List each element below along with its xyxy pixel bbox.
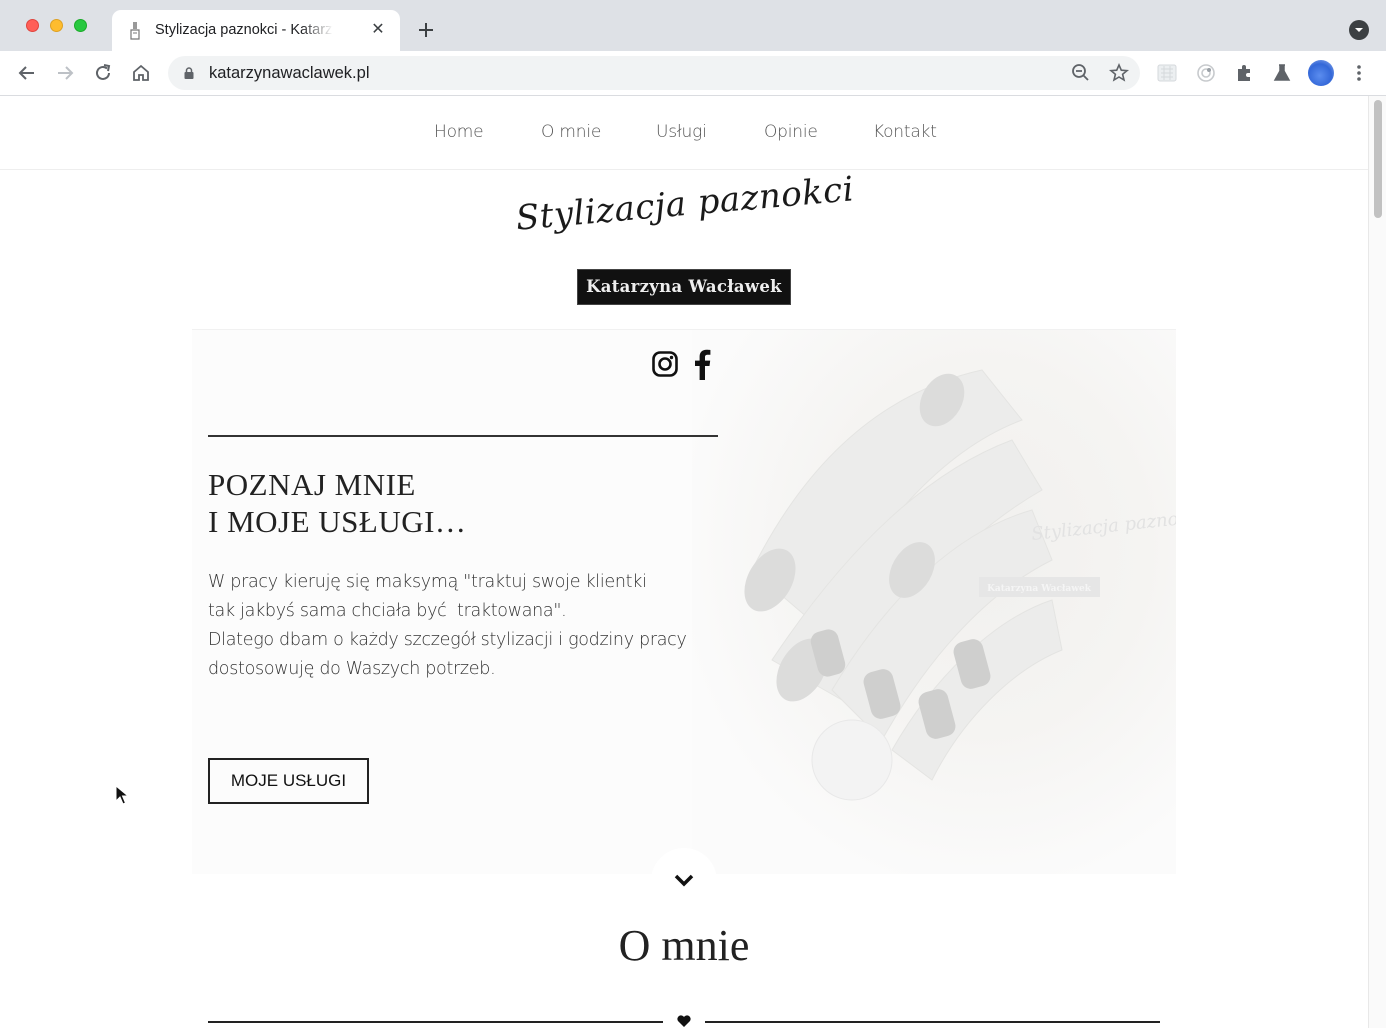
browser-toolbar: katarzynawaclawek.pl <box>0 51 1386 96</box>
tab-title: Stylizacja paznokci - Katarzyna Wacławek <box>155 22 333 38</box>
section-title-o-mnie: O mnie <box>618 921 750 970</box>
zoom-icon[interactable] <box>1070 62 1092 84</box>
nav-item-home[interactable]: Home <box>434 122 484 142</box>
facebook-icon[interactable] <box>692 348 712 380</box>
nav-item-uslugi[interactable]: Usługi <box>656 122 707 142</box>
extension-grid-icon[interactable] <box>1156 62 1178 84</box>
hero-text-line-2: tak jakbyś sama chciała być traktowana". <box>208 601 567 621</box>
hero-description: W pracy kieruję się maksymą "traktuj swo… <box>208 568 728 684</box>
main-navigation: Home O mnie Usługi Opinie Kontakt <box>0 96 1368 170</box>
divider-line-right <box>705 1021 1160 1023</box>
back-arrow-icon[interactable] <box>16 62 38 84</box>
window-close-button[interactable] <box>26 19 39 32</box>
mouse-cursor-icon <box>115 785 129 805</box>
watermark-box: Katarzyna Wacławek <box>987 584 1092 594</box>
divider-line-left <box>208 1021 663 1023</box>
window-minimize-button[interactable] <box>50 19 63 32</box>
lock-icon[interactable] <box>184 67 194 79</box>
page-scrollbar[interactable] <box>1368 96 1386 1028</box>
home-icon[interactable] <box>130 62 152 84</box>
browser-tab[interactable]: Stylizacja paznokci - Katarzyna Wacławek… <box>112 10 400 51</box>
address-bar[interactable]: katarzynawaclawek.pl <box>168 56 1140 90</box>
browser-menu-icon[interactable] <box>1348 62 1370 84</box>
extensions-puzzle-icon[interactable] <box>1233 62 1255 84</box>
scrollbar-thumb[interactable] <box>1374 100 1382 218</box>
hero-text-line-1: W pracy kieruję się maksymą "traktuj swo… <box>208 572 647 592</box>
hero-divider-line <box>208 435 718 437</box>
profile-avatar-icon[interactable] <box>1308 60 1334 86</box>
chevron-down-icon <box>674 874 694 887</box>
hero-text-line-3: Dlatego dbam o każdy szczegół stylizacji… <box>208 630 687 650</box>
tab-close-icon[interactable]: ✕ <box>369 21 387 39</box>
reload-icon[interactable] <box>92 62 114 84</box>
scroll-down-button[interactable] <box>651 848 717 914</box>
browser-tab-strip: Stylizacja paznokci - Katarzyna Wacławek… <box>0 0 1386 51</box>
hero-nails-photo: Stylizacja paznokci Katarzyna Wacławek <box>692 330 1176 874</box>
labs-flask-icon[interactable] <box>1271 62 1293 84</box>
hero-nails-illustration: Stylizacja paznokci Katarzyna Wacławek <box>744 369 1176 801</box>
watermark-script: Stylizacja paznokci <box>1030 506 1176 545</box>
nav-item-kontakt[interactable]: Kontakt <box>873 122 937 142</box>
tab-search-icon[interactable] <box>1349 20 1369 40</box>
new-tab-icon[interactable] <box>414 18 438 42</box>
hero-section: Stylizacja paznokci Katarzyna Wacławek P… <box>192 329 1176 874</box>
url-text[interactable]: katarzynawaclawek.pl <box>209 64 370 83</box>
hero-text-line-4: dostosowuję do Waszych potrzeb. <box>208 659 496 679</box>
forward-arrow-icon[interactable] <box>54 62 76 84</box>
nav-item-o-mnie[interactable]: O mnie <box>541 122 601 142</box>
extension-target-icon[interactable] <box>1195 62 1217 84</box>
nail-polish-favicon-icon <box>130 22 140 40</box>
hero-heading: POZNAJ MNIE I MOJE USŁUGI… <box>208 466 466 540</box>
moje-uslugi-button[interactable]: MOJE USŁUGI <box>208 758 369 804</box>
window-zoom-button[interactable] <box>74 19 87 32</box>
nav-item-opinie[interactable]: Opinie <box>764 122 818 142</box>
logo-script[interactable]: Stylizacja paznokci <box>514 169 856 238</box>
heart-icon <box>677 1015 691 1027</box>
instagram-icon[interactable] <box>651 350 679 378</box>
hero-heading-line-2: I MOJE USŁUGI… <box>208 504 467 539</box>
logo-name-box[interactable]: Katarzyna Wacławek <box>577 269 791 305</box>
hero-heading-line-1: POZNAJ MNIE <box>208 467 416 502</box>
bookmark-star-icon[interactable] <box>1108 62 1130 84</box>
web-page: Home O mnie Usługi Opinie Kontakt Styliz… <box>0 96 1368 1028</box>
